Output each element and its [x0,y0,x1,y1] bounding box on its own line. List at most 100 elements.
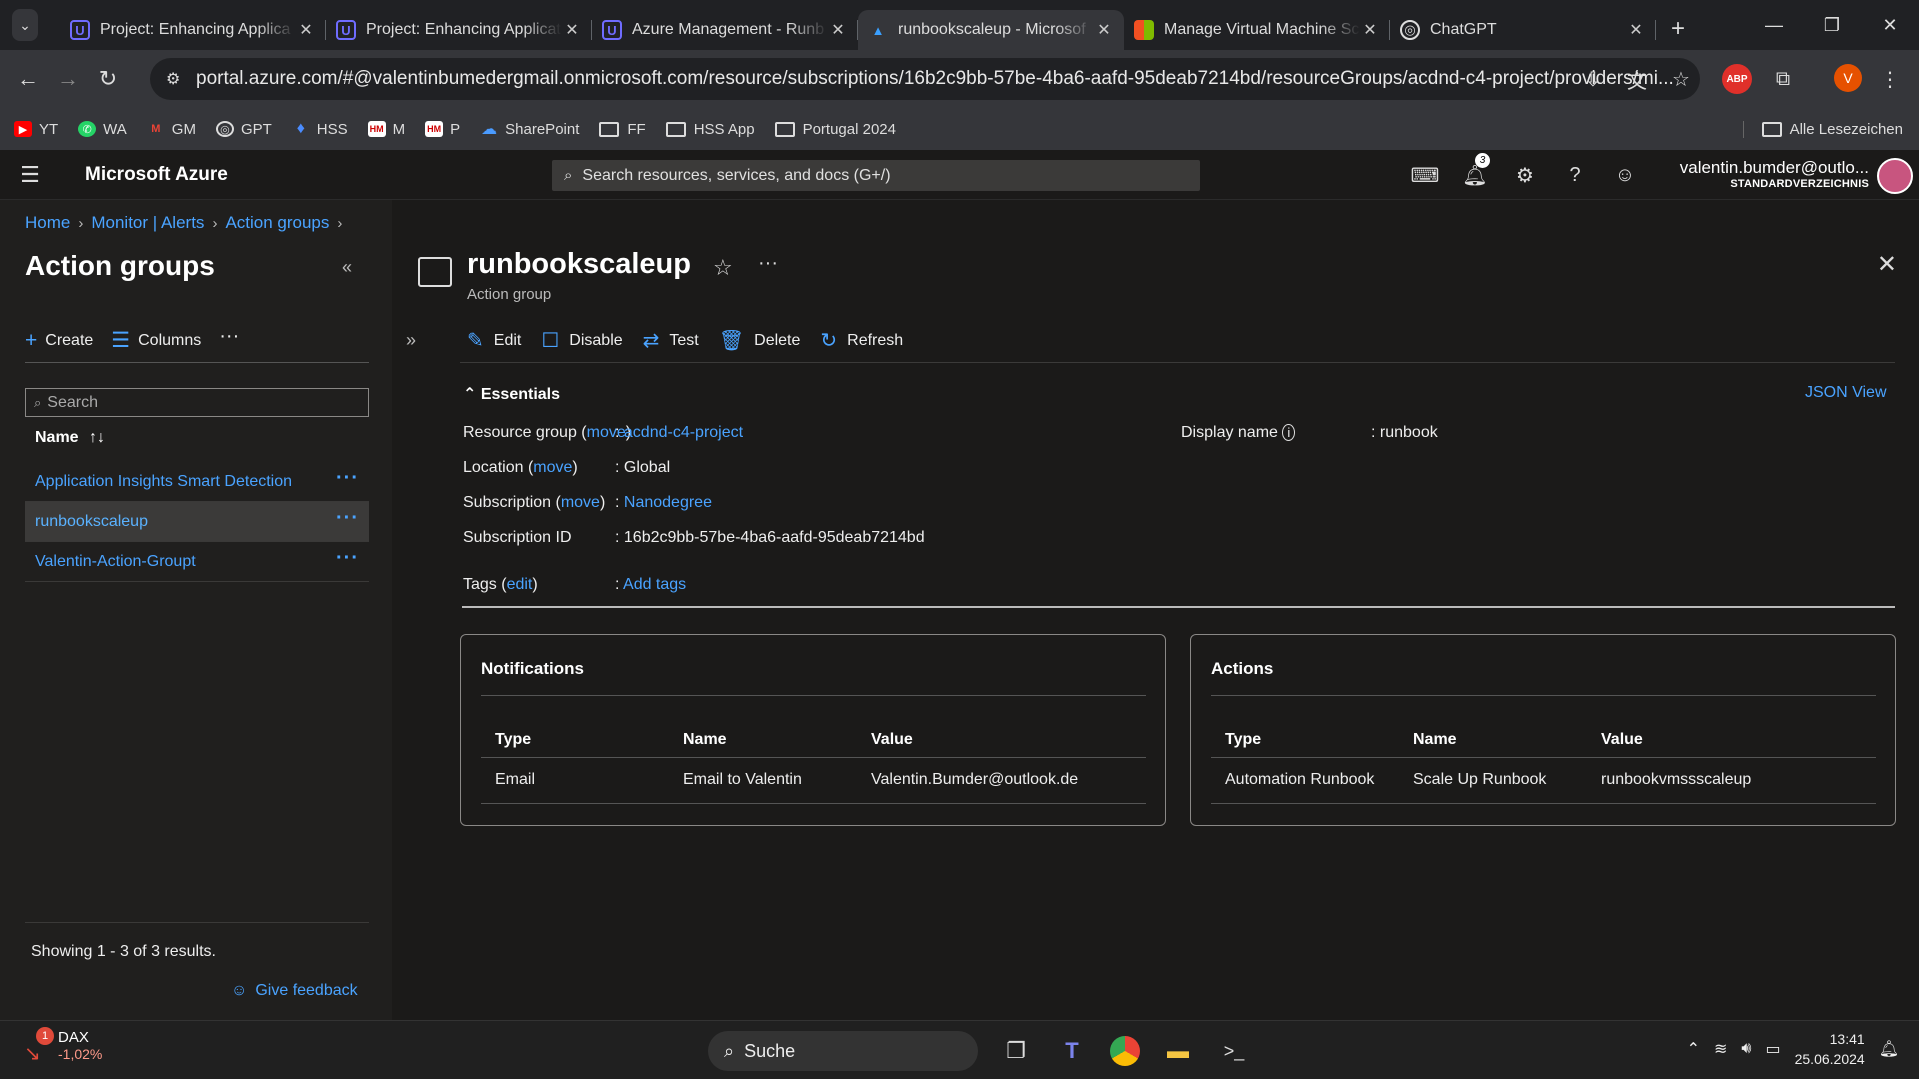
favorite-star-icon[interactable]: ☆ [713,255,733,281]
account-menu[interactable]: valentin.bumder@outlo... STANDARDVERZEIC… [1680,158,1869,190]
bookmark-hss[interactable]: ♦ HSS [292,120,348,138]
bookmark-star-icon[interactable]: ☆ [1663,58,1699,100]
close-tab-icon[interactable]: ✕ [562,20,582,40]
file-explorer-icon[interactable]: ▬ [1160,1033,1196,1069]
battery-icon[interactable]: ▭ [1765,1039,1780,1059]
list-item-name[interactable]: Application Insights Smart Detection [35,473,292,491]
task-view-icon[interactable]: ❐ [998,1033,1034,1069]
more-options-icon[interactable]: ··· [336,507,359,530]
windows-start-icon[interactable] [660,1037,688,1065]
move-link[interactable]: move [561,494,600,511]
test-button[interactable]: ⇄ Test [643,328,699,353]
profile-avatar[interactable]: V [1834,64,1862,92]
browser-menu-icon[interactable]: ⋮ [1880,64,1900,94]
subscription-link[interactable]: Nanodegree [624,494,712,511]
chevron-up-icon[interactable]: ⌃ [1687,1039,1700,1059]
tab-search-button[interactable]: ⌄ [12,9,38,41]
list-item-name[interactable]: runbookscaleup [35,513,148,531]
close-icon[interactable]: ✕ [1877,250,1897,279]
edit-tags-link[interactable]: edit [507,576,533,593]
bookmark-yt[interactable]: ▶ YT [14,121,58,138]
tab-project-2[interactable]: U Project: Enhancing Applicat ✕ [326,10,592,50]
refresh-button[interactable]: ↻ Refresh [820,328,903,353]
notifications-bell-icon[interactable]: 🔔︎ 3 [1450,152,1500,188]
tab-azure-management[interactable]: U Azure Management - Runb ✕ [592,10,858,50]
delete-button[interactable]: 🗑︎ Delete [719,328,801,353]
restore-icon[interactable]: ❐ [1803,0,1861,50]
list-item-name[interactable]: Valentin-Action-Groupt [35,553,196,571]
close-tab-icon[interactable]: ✕ [828,20,848,40]
bookmark-p[interactable]: HM P [425,121,460,138]
address-bar[interactable]: ⚙ portal.azure.com/#@valentinbumedergmai… [150,58,1700,100]
give-feedback-link[interactable]: ☺ Give feedback [231,982,358,1000]
volume-icon[interactable]: 🔊︎ [1741,1040,1751,1058]
bookmark-m[interactable]: HM M [367,121,405,138]
cloud-shell-icon[interactable]: ⌨ [1400,163,1450,188]
tab-runbookscaleup[interactable]: ▲ runbookscaleup - Microsof ✕ [858,10,1124,50]
all-bookmarks[interactable]: Alle Lesezeichen [1742,120,1903,138]
taskbar-search[interactable]: ⌕ Suche [708,1031,978,1071]
resource-group-link[interactable]: acdnd-c4-project [624,424,743,441]
settings-gear-icon[interactable]: ⚙ [1500,163,1550,188]
adblock-extension-icon[interactable]: ABP [1722,64,1752,94]
close-tab-icon[interactable]: ✕ [296,20,316,40]
translate-icon[interactable]: 文 [1619,58,1655,100]
essentials-toggle[interactable]: ⌃ Essentials [463,384,560,404]
close-tab-icon[interactable]: ✕ [1094,20,1114,40]
feedback-icon[interactable]: ☺ [1600,164,1650,187]
collapse-pane-icon[interactable]: « [342,257,352,278]
bookmark-sharepoint[interactable]: ☁ SharePoint [480,121,579,139]
teams-icon[interactable]: T [1054,1033,1090,1069]
name-column-header[interactable]: Name ↑↓ [35,429,105,447]
help-icon[interactable]: ? [1550,164,1600,187]
stock-widget[interactable]: ↘ 1 DAX -1,02% [22,1026,102,1065]
bookmark-wa[interactable]: ✆ WA [78,121,127,138]
bookmark-folder-hss-app[interactable]: HSS App [665,121,755,138]
edit-button[interactable]: ✎ Edit [467,328,521,353]
close-window-icon[interactable]: ✕ [1861,0,1919,50]
minimize-icon[interactable]: — [1745,0,1803,50]
global-search-input[interactable]: ⌕ Search resources, services, and docs (… [552,160,1200,191]
notification-center-icon[interactable]: 🔔︎ [1879,1039,1899,1059]
filter-search-input[interactable]: ⌕ Search [25,388,369,417]
breadcrumb-action-groups[interactable]: Action groups [225,213,329,233]
tab-chatgpt[interactable]: ◎ ChatGPT ✕ [1390,10,1656,50]
wifi-icon[interactable]: ≋ [1714,1039,1727,1059]
azure-brand[interactable]: Microsoft Azure [85,164,228,186]
tab-manage-vm[interactable]: Manage Virtual Machine Sc ✕ [1124,10,1390,50]
breadcrumb-monitor-alerts[interactable]: Monitor | Alerts [91,213,204,233]
add-tags-link[interactable]: Add tags [623,576,686,593]
portal-menu-icon[interactable]: ☰ [0,162,60,188]
json-view-link[interactable]: JSON View [1805,384,1887,402]
bookmark-folder-portugal[interactable]: Portugal 2024 [774,121,896,138]
disable-button[interactable]: ☐ Disable [541,328,622,353]
tab-project-1[interactable]: U Project: Enhancing Applica ✕ [60,10,326,50]
install-app-icon[interactable]: ⇩ [1575,58,1611,100]
avatar[interactable] [1877,158,1913,194]
extensions-puzzle-icon[interactable]: ⧉ [1768,64,1798,94]
chrome-icon[interactable] [1110,1036,1140,1066]
create-button[interactable]: + Create [25,329,93,353]
columns-button[interactable]: ☰ Columns [111,328,201,353]
close-tab-icon[interactable]: ✕ [1360,20,1380,40]
list-item[interactable]: runbookscaleup ··· [25,502,369,542]
clock[interactable]: 13:41 25.06.2024 [1795,1029,1865,1069]
bookmark-folder-ff[interactable]: FF [599,121,646,138]
new-tab-button[interactable]: + [1662,14,1694,46]
forward-icon[interactable]: → [48,59,88,99]
list-item[interactable]: Application Insights Smart Detection ··· [25,462,369,502]
more-options-icon[interactable]: ··· [758,252,778,275]
breadcrumb-home[interactable]: Home [25,213,70,233]
terminal-icon[interactable]: >_ [1216,1033,1252,1069]
more-options-icon[interactable]: ··· [336,547,359,570]
more-options-icon[interactable]: ··· [336,467,359,490]
info-icon[interactable]: i [1282,424,1296,441]
list-item[interactable]: Valentin-Action-Groupt ··· [25,542,369,582]
site-info-icon[interactable]: ⚙ [166,69,186,89]
bookmark-gm[interactable]: M GM [147,121,196,138]
bookmark-gpt[interactable]: ◎ GPT [215,121,272,138]
close-tab-icon[interactable]: ✕ [1626,20,1646,40]
reload-icon[interactable]: ↻ [88,59,128,99]
more-options-icon[interactable]: ··· [219,325,239,348]
back-icon[interactable]: ← [8,59,48,99]
